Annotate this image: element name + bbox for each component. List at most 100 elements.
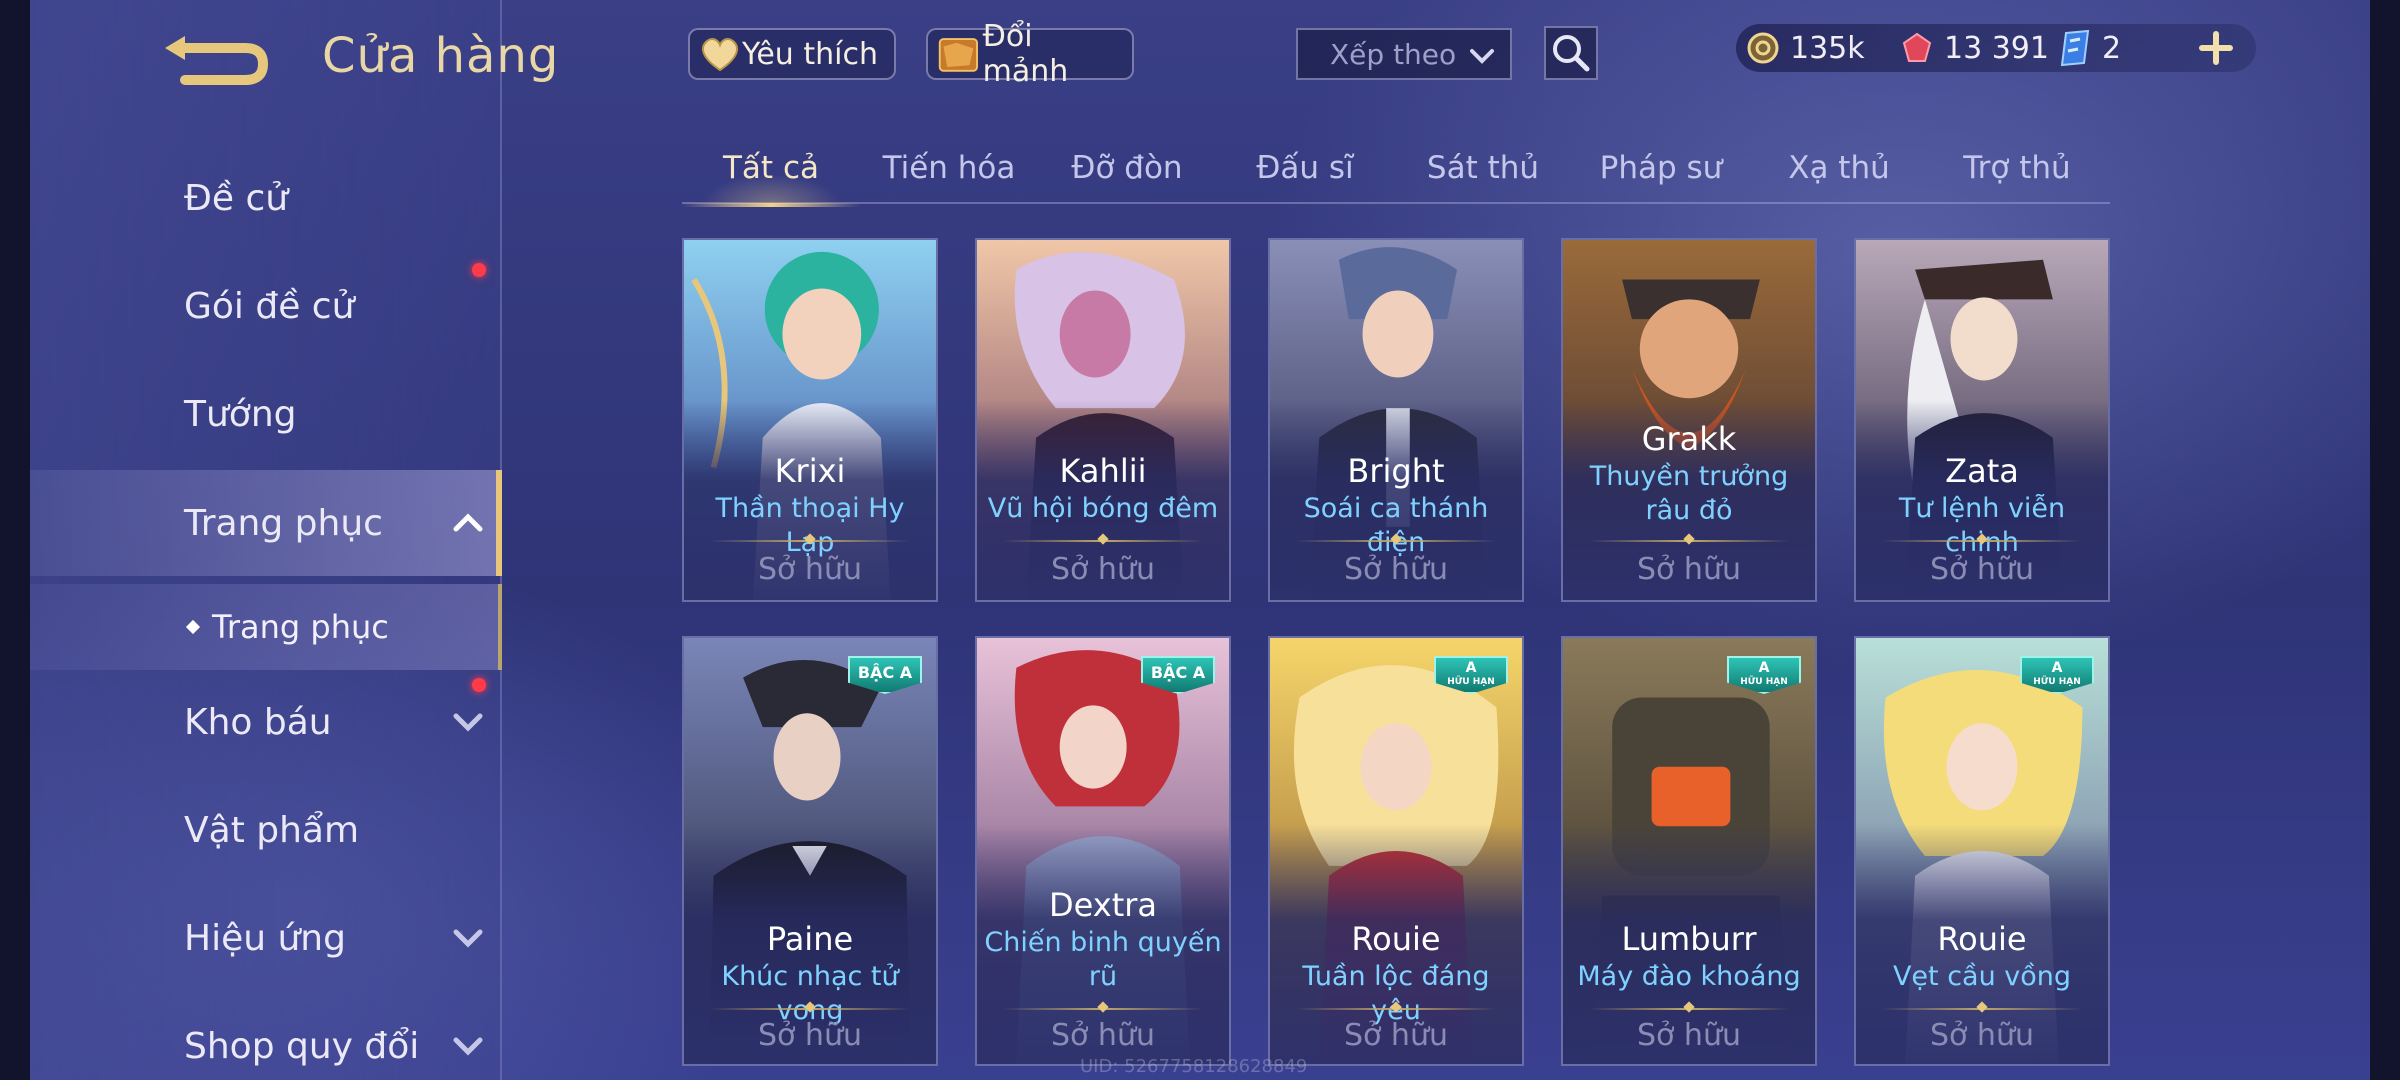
heart-icon	[702, 38, 738, 72]
tab-all[interactable]: Tất cả	[682, 140, 860, 207]
plus-icon	[2199, 31, 2233, 65]
skin-card[interactable]: AHỮU HẠN Rouie Tuần lộc đáng yêu Sở hữu	[1268, 636, 1524, 1066]
voucher-balance: 2	[2058, 28, 2121, 68]
card-divider	[1296, 540, 1496, 542]
sidebar-subitem-label: Trang phục	[212, 608, 389, 646]
hero-name: Paine	[766, 920, 854, 958]
badge-tier: A	[2051, 660, 2063, 676]
skin-card[interactable]: Zata Tư lệnh viễn chinh Sở hữu	[1854, 238, 2110, 602]
owned-status: Sở hữu	[1051, 552, 1155, 587]
skin-name: Tư lệnh viễn chinh	[1898, 493, 2066, 558]
hero-name: Krixi	[774, 452, 846, 490]
top-up-button[interactable]	[2196, 26, 2236, 70]
notification-dot	[472, 678, 486, 692]
gold-coin-icon	[1747, 32, 1779, 64]
skin-card[interactable]: Krixi Thần thoại Hy Lạp Sở hữu	[682, 238, 938, 602]
skin-card[interactable]: A HỮU HẠN Rouie Vẹt cầu vồng Sở hữu	[1854, 636, 2110, 1066]
owned-status: Sở hữu	[1930, 1018, 2034, 1053]
sidebar-item-exchange-shop[interactable]: Shop quy đổi	[30, 996, 502, 1080]
skin-name: Chiến binh quyến rũ	[984, 927, 1222, 992]
skin-card[interactable]: A HỮU HẠN Lumburr Máy đào khoáng Sở hữu	[1561, 636, 1817, 1066]
card-divider	[1296, 1008, 1496, 1010]
voucher-card-icon	[2060, 29, 2090, 67]
back-button[interactable]	[155, 28, 275, 92]
notification-dot	[472, 263, 486, 277]
tab-label: Pháp sư	[1599, 150, 1723, 186]
sidebar-item-recommended[interactable]: Đề cử	[30, 148, 502, 248]
sidebar-item-heroes[interactable]: Tướng	[30, 364, 502, 464]
skin-name: Vẹt cầu vồng	[1892, 961, 2072, 992]
sort-dropdown-value: Xếp theo	[1330, 37, 1457, 71]
skin-card[interactable]: Kahlii Vũ hội bóng đêm Sở hữu	[975, 238, 1231, 602]
ruby-gem-icon	[1902, 32, 1932, 62]
sidebar-item-recommended-packs[interactable]: Gói đề cử	[30, 256, 502, 356]
card-divider	[1589, 1008, 1789, 1010]
tab-assassin[interactable]: Sát thủ	[1394, 140, 1572, 204]
tab-marksman[interactable]: Xạ thủ	[1750, 140, 1928, 204]
card-divider	[710, 1008, 910, 1010]
hero-name: Lumburr	[1621, 920, 1757, 958]
search-button[interactable]	[1544, 26, 1598, 80]
badge-tier: A	[1758, 660, 1770, 676]
owned-status: Sở hữu	[1051, 1018, 1155, 1053]
gold-balance: 135k	[1746, 28, 1865, 68]
sidebar-item-label: Tướng	[184, 393, 297, 435]
sidebar-item-label: Shop quy đổi	[184, 1025, 420, 1067]
chevron-up-icon	[453, 513, 483, 532]
card-divider	[1003, 540, 1203, 542]
skin-name: Soái ca thánh điện	[1303, 493, 1489, 558]
owned-status: Sở hữu	[1637, 1018, 1741, 1053]
card-divider	[710, 540, 910, 542]
tab-mage[interactable]: Pháp sư	[1572, 140, 1750, 204]
user-id-watermark: UID: 5267758128628849	[1080, 1056, 1308, 1077]
sort-dropdown[interactable]: Xếp theo	[1296, 28, 1512, 80]
exchange-fragments-button[interactable]: Đổi mảnh	[926, 19, 1134, 89]
skin-name: Thần thoại Hy Lạp	[715, 493, 905, 558]
tab-evolution[interactable]: Tiến hóa	[860, 140, 1038, 204]
chevron-down-icon	[453, 929, 483, 948]
skin-card[interactable]: BẬC A Paine Khúc nhạc tử vong Sở hữu	[682, 636, 938, 1066]
bullet-icon	[185, 619, 201, 635]
search-icon	[1553, 35, 1590, 72]
hero-name: Grakk	[1641, 420, 1737, 458]
skin-card[interactable]: BẬC A Dextra Chiến binh quyến rũ Sở hữu	[975, 636, 1231, 1066]
screen-edge-right	[2370, 0, 2400, 1080]
tab-tank[interactable]: Đỡ đòn	[1038, 140, 1216, 204]
sidebar-item-label: Gói đề cử	[184, 285, 355, 327]
sidebar-item-items[interactable]: Vật phẩm	[30, 780, 502, 880]
chevron-down-icon	[1470, 49, 1494, 64]
page-title: Cửa hàng	[322, 28, 560, 84]
sidebar-item-label: Vật phẩm	[184, 809, 360, 851]
sidebar-item-effects[interactable]: Hiệu ứng	[30, 888, 502, 988]
sidebar-item-treasure[interactable]: Kho báu	[30, 672, 502, 772]
hero-name: Kahlii	[1059, 452, 1147, 490]
skin-card[interactable]: Grakk Thuyền trưởng râu đỏ Sở hữu	[1561, 238, 1817, 602]
tab-label: Trợ thủ	[1963, 150, 2071, 186]
fragment-chest-icon	[938, 38, 978, 72]
screen-edge-left	[0, 0, 30, 1080]
tab-support[interactable]: Trợ thủ	[1928, 140, 2106, 204]
favorites-button[interactable]: Yêu thích	[688, 28, 896, 80]
card-divider	[1882, 540, 2082, 542]
exchange-fragments-label: Đổi mảnh	[982, 19, 1069, 89]
chevron-down-icon	[453, 1037, 483, 1056]
sidebar-subitem-skins[interactable]: Trang phục	[30, 584, 502, 670]
card-divider	[1003, 1008, 1203, 1010]
hero-name: Rouie	[1351, 920, 1441, 958]
tab-fighter[interactable]: Đấu sĩ	[1216, 140, 1394, 204]
owned-status: Sở hữu	[1930, 552, 2034, 587]
card-divider	[1882, 1008, 2082, 1010]
hero-name: Zata	[1945, 452, 2019, 490]
badge-tier: A	[1465, 660, 1477, 676]
tab-label: Đỡ đòn	[1071, 150, 1183, 186]
sidebar-item-label: Trang phục	[184, 502, 383, 544]
tab-label: Tiến hóa	[882, 150, 1016, 186]
tab-label: Tất cả	[723, 150, 819, 186]
sidebar-item-skins[interactable]: Trang phục	[30, 470, 502, 576]
owned-status: Sở hữu	[1637, 552, 1741, 587]
skin-card[interactable]: Bright Soái ca thánh điện Sở hữu	[1268, 238, 1524, 602]
category-tabs: Tất cả Tiến hóa Đỡ đòn Đấu sĩ Sát thủ Ph…	[682, 140, 2110, 207]
owned-status: Sở hữu	[758, 1018, 862, 1053]
sidebar-item-label: Đề cử	[184, 177, 289, 219]
chevron-down-icon	[453, 713, 483, 732]
